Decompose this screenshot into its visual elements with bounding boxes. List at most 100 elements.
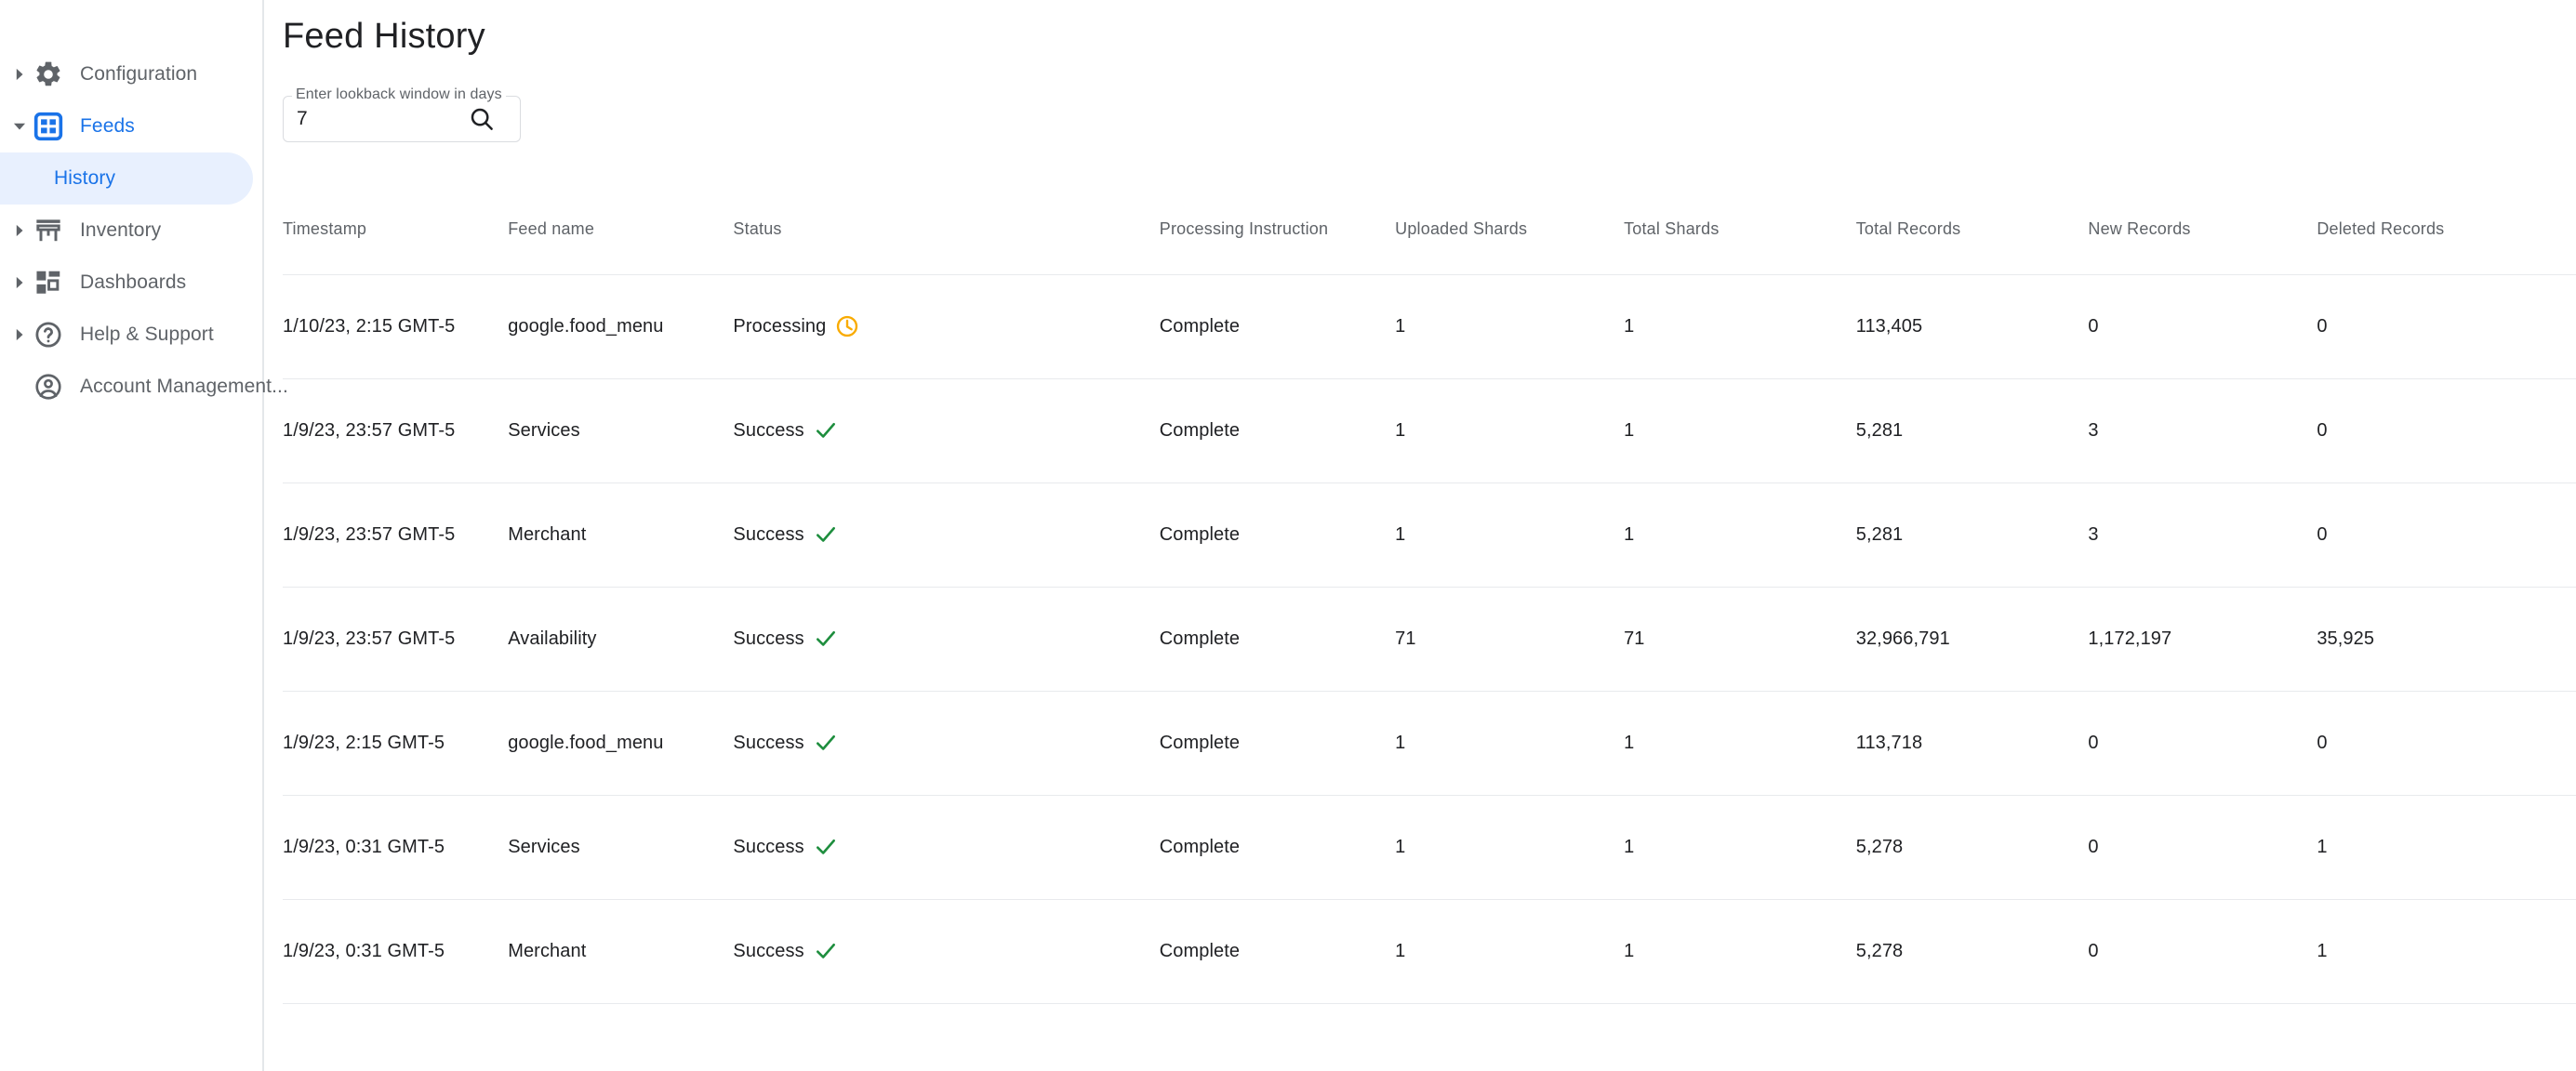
sidebar-item-feeds[interactable]: Feeds [0, 100, 262, 152]
gear-icon [30, 60, 67, 89]
table-column-header: New Records [2088, 185, 2317, 275]
cell-processing-instruction: Complete [1159, 795, 1396, 900]
sidebar-item-account-management[interactable]: Account Management... [0, 361, 288, 413]
chevron-down-icon[interactable] [9, 119, 30, 134]
table-row[interactable]: 1/9/23, 23:57 GMT-5 Services Success Comple… [283, 378, 2576, 483]
lookback-label: Enter lookback window in days [292, 86, 506, 103]
check-icon [814, 418, 838, 443]
help-circle-icon [30, 320, 67, 350]
cell-new-records: 1,172,197 [2088, 587, 2317, 692]
cell-total-shards: 1 [1624, 378, 1856, 483]
cell-processing-instruction: Complete [1159, 899, 1396, 1004]
sidebar-item-dashboards[interactable]: Dashboards [0, 257, 262, 309]
cell-timestamp: 1/9/23, 23:57 GMT-5 [283, 587, 509, 692]
cell-uploaded-shards: 71 [1395, 587, 1625, 692]
storefront-icon [30, 216, 67, 245]
cell-timestamp: 1/9/23, 23:57 GMT-5 [283, 378, 509, 483]
sidebar-item-label: History [54, 167, 116, 189]
cell-feed-name: google.food_menu [508, 274, 734, 379]
cell-new-records: 3 [2088, 378, 2317, 483]
check-icon [814, 835, 838, 859]
cell-status: Success [733, 587, 1160, 692]
cell-total-shards: 1 [1624, 483, 1856, 588]
sidebar-item-label: Dashboards [80, 271, 187, 293]
cell-total-shards: 1 [1624, 274, 1856, 379]
table-head: Timestamp Feed name Status Processing Instr… [283, 185, 2576, 275]
table-row[interactable]: 1/9/23, 23:57 GMT-5 Availability Success Co… [283, 587, 2576, 692]
cell-total-records: 5,281 [1855, 378, 2089, 483]
feed-history-table-scroll[interactable]: Timestamp Feed name Status Processing Instr… [283, 185, 2576, 1004]
status-label: Processing [733, 315, 827, 337]
cell-deleted-records: 0 [2317, 483, 2576, 588]
sidebar-item-label: Configuration [80, 63, 198, 85]
cell-deleted-records: 1 [2317, 795, 2576, 900]
cell-total-records: 5,278 [1855, 795, 2089, 900]
main-content: Feed History Enter lookback window in da… [264, 0, 2576, 1071]
table-column-header: Uploaded Shards [1395, 185, 1625, 275]
status-label: Success [733, 836, 804, 857]
cell-total-records: 5,281 [1855, 483, 2089, 588]
chevron-right-icon[interactable] [9, 67, 30, 82]
table-row[interactable]: 1/9/23, 0:31 GMT-5 Services Success Complet… [283, 795, 2576, 900]
cell-timestamp: 1/9/23, 2:15 GMT-5 [283, 691, 509, 796]
status-label: Success [733, 732, 804, 753]
cell-uploaded-shards: 1 [1395, 899, 1625, 1004]
sidebar-item-label: Inventory [80, 219, 162, 241]
table-column-header: Feed name [508, 185, 734, 275]
search-icon [468, 105, 496, 133]
cell-timestamp: 1/10/23, 2:15 GMT-5 [283, 274, 509, 379]
sidebar-item-history[interactable]: History [0, 152, 253, 205]
table-column-header: Total Shards [1624, 185, 1856, 275]
cell-feed-name: Services [508, 378, 734, 483]
chevron-right-icon[interactable] [9, 223, 30, 238]
cell-uploaded-shards: 1 [1395, 378, 1625, 483]
cell-total-records: 113,405 [1855, 274, 2089, 379]
cell-new-records: 0 [2088, 795, 2317, 900]
cell-feed-name: google.food_menu [508, 691, 734, 796]
cell-status: Success [733, 795, 1160, 900]
cell-deleted-records: 0 [2317, 378, 2576, 483]
table-row[interactable]: 1/10/23, 2:15 GMT-5 google.food_menu Proce… [283, 274, 2576, 379]
feeds-grid-icon [30, 111, 67, 142]
chevron-right-icon[interactable] [9, 327, 30, 342]
page-title: Feed History [283, 17, 485, 56]
cell-status: Processing [733, 274, 1160, 379]
cell-new-records: 0 [2088, 691, 2317, 796]
cell-processing-instruction: Complete [1159, 378, 1396, 483]
sidebar-item-inventory[interactable]: Inventory [0, 205, 262, 257]
chevron-right-icon[interactable] [9, 275, 30, 290]
dashboard-icon [30, 268, 67, 298]
cell-total-shards: 71 [1624, 587, 1856, 692]
check-icon [814, 522, 838, 547]
cell-timestamp: 1/9/23, 0:31 GMT-5 [283, 795, 509, 900]
table-row[interactable]: 1/9/23, 2:15 GMT-5 google.food_menu Succes… [283, 691, 2576, 796]
cell-uploaded-shards: 1 [1395, 483, 1625, 588]
cell-total-records: 32,966,791 [1855, 587, 2089, 692]
search-button[interactable] [460, 98, 503, 140]
table-column-header: Timestamp [283, 185, 509, 275]
cell-uploaded-shards: 1 [1395, 691, 1625, 796]
table-column-header: Deleted Records [2317, 185, 2576, 275]
cell-feed-name: Availability [508, 587, 734, 692]
clock-icon [835, 314, 859, 338]
cell-uploaded-shards: 1 [1395, 274, 1625, 379]
cell-processing-instruction: Complete [1159, 274, 1396, 379]
app-root: Configuration Feeds History Inventory Dashbo… [0, 0, 2576, 1071]
table-row[interactable]: 1/9/23, 0:31 GMT-5 Merchant Success Complet… [283, 899, 2576, 1004]
cell-feed-name: Merchant [508, 483, 734, 588]
sidebar-item-label: Account Management... [80, 376, 288, 397]
cell-deleted-records: 35,925 [2317, 587, 2576, 692]
cell-new-records: 3 [2088, 483, 2317, 588]
cell-total-records: 5,278 [1855, 899, 2089, 1004]
cell-processing-instruction: Complete [1159, 587, 1396, 692]
cell-timestamp: 1/9/23, 23:57 GMT-5 [283, 483, 509, 588]
status-label: Success [733, 523, 804, 545]
cell-total-shards: 1 [1624, 899, 1856, 1004]
check-icon [814, 939, 838, 963]
lookback-input[interactable] [284, 98, 460, 140]
sidebar-item-help-support[interactable]: Help & Support [0, 309, 262, 361]
sidebar-item-configuration[interactable]: Configuration [0, 48, 262, 100]
cell-status: Success [733, 899, 1160, 1004]
table-row[interactable]: 1/9/23, 23:57 GMT-5 Merchant Success Comple… [283, 483, 2576, 588]
cell-new-records: 0 [2088, 274, 2317, 379]
